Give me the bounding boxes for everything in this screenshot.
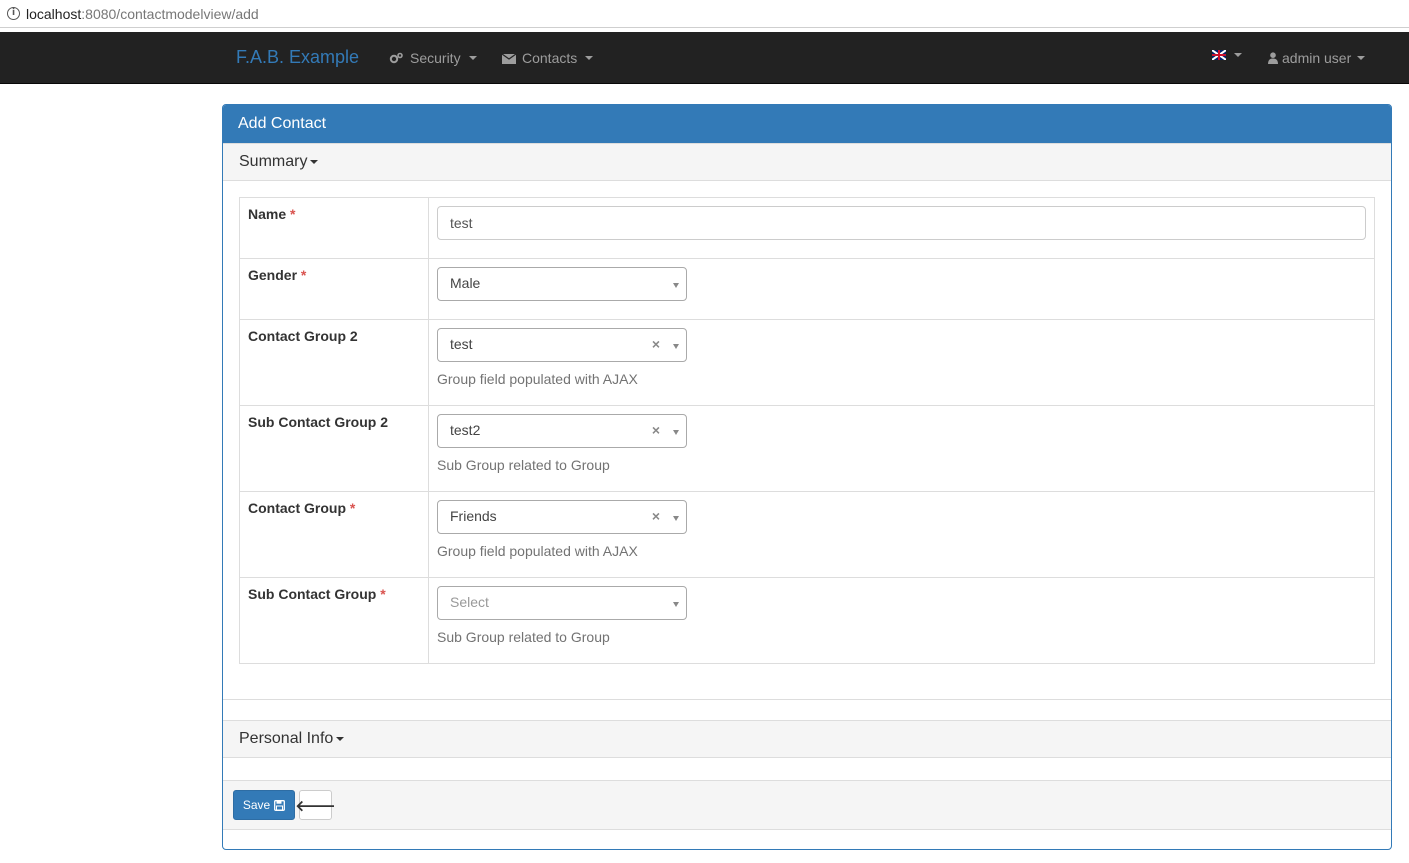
form-row-sub-contact-group: Sub Contact Group * Select Sub Group rel…	[239, 577, 1375, 664]
sub-contact-group-2-select[interactable]: test2 ×	[437, 414, 687, 448]
gender-label: Gender	[248, 267, 298, 283]
name-label: Name	[248, 206, 287, 222]
personal-info-section-title: Personal Info	[239, 730, 334, 747]
contact-group-2-value: test	[450, 336, 473, 352]
language-menu[interactable]	[1212, 50, 1242, 60]
form-row-contact-group-2: Contact Group 2 test × Group field popul…	[239, 319, 1375, 406]
gender-select-value: Male	[450, 275, 481, 291]
add-contact-panel: Add Contact Summary Name * Gender * Male	[222, 104, 1392, 850]
name-input[interactable]	[437, 206, 1366, 240]
dropdown-arrow-icon	[673, 283, 679, 288]
sub-contact-group-help: Sub Group related to Group	[437, 629, 610, 645]
security-menu-label: Security	[410, 50, 461, 66]
save-button-label: Save	[242, 798, 271, 812]
summary-section-toggle[interactable]: Summary	[223, 143, 1391, 181]
user-menu-label: admin user	[1282, 50, 1352, 66]
contacts-menu[interactable]: Contacts	[502, 50, 594, 66]
info-icon[interactable]: i	[7, 7, 20, 20]
gender-select[interactable]: Male	[437, 267, 687, 301]
form-row-name: Name *	[239, 197, 1375, 259]
caret-down-icon	[336, 737, 345, 741]
sub-contact-group-select[interactable]: Select	[437, 586, 687, 620]
security-menu[interactable]: Security	[389, 50, 477, 66]
personal-info-section-toggle[interactable]: Personal Info	[223, 720, 1391, 758]
contact-form-table: Name * Gender * Male Contact Group 2	[239, 197, 1375, 664]
dropdown-arrow-icon	[673, 516, 679, 521]
required-mark: *	[380, 586, 386, 602]
gears-icon	[389, 52, 403, 64]
clear-selection-icon[interactable]: ×	[652, 336, 660, 352]
floppy-disk-icon	[274, 799, 286, 811]
summary-section-title: Summary	[239, 153, 308, 170]
caret-down-icon	[585, 56, 594, 60]
top-navbar: F.A.B. Example Security Contacts admin u…	[0, 32, 1409, 84]
contact-group-2-help: Group field populated with AJAX	[437, 371, 638, 387]
envelope-icon	[502, 53, 516, 64]
contact-group-2-select[interactable]: test ×	[437, 328, 687, 362]
url-text[interactable]: localhost:8080/contactmodelview/add	[26, 6, 259, 22]
save-button[interactable]: Save	[233, 790, 295, 820]
arrow-left-icon: 🡐	[295, 797, 336, 815]
dropdown-arrow-icon	[673, 430, 679, 435]
browser-url-bar[interactable]: i localhost:8080/contactmodelview/add	[0, 0, 1409, 28]
sub-contact-group-2-help: Sub Group related to Group	[437, 457, 610, 473]
caret-down-icon	[1357, 56, 1366, 60]
summary-section-body: Name * Gender * Male Contact Group 2	[223, 182, 1391, 700]
sub-contact-group-label: Sub Contact Group	[248, 586, 377, 602]
uk-flag-icon	[1212, 50, 1226, 60]
contact-group-2-label: Contact Group 2	[248, 328, 358, 344]
contact-group-help: Group field populated with AJAX	[437, 543, 638, 559]
form-row-gender: Gender * Male	[239, 258, 1375, 320]
contact-group-label: Contact Group	[248, 500, 346, 516]
back-button[interactable]: 🡐	[295, 790, 336, 820]
form-actions-bar: Save 🡐	[223, 780, 1391, 830]
required-mark: *	[300, 267, 307, 283]
form-row-contact-group: Contact Group * Friends × Group field po…	[239, 491, 1375, 578]
user-menu[interactable]: admin user	[1268, 50, 1366, 66]
user-icon	[1268, 52, 1278, 64]
dropdown-arrow-icon	[673, 344, 679, 349]
caret-down-icon	[310, 160, 319, 164]
url-path: :8080/contactmodelview/add	[81, 5, 259, 22]
contact-group-select[interactable]: Friends ×	[437, 500, 687, 534]
clear-selection-icon[interactable]: ×	[652, 508, 660, 524]
panel-title: Add Contact	[223, 105, 1391, 143]
dropdown-arrow-icon	[673, 602, 679, 607]
clear-selection-icon[interactable]: ×	[652, 422, 660, 438]
contacts-menu-label: Contacts	[522, 50, 578, 66]
caret-down-icon	[468, 56, 477, 60]
sub-contact-group-placeholder: Select	[450, 594, 489, 610]
required-mark: *	[349, 500, 356, 516]
brand-link[interactable]: F.A.B. Example	[236, 47, 359, 68]
sub-contact-group-2-label: Sub Contact Group 2	[248, 414, 388, 430]
contact-group-value: Friends	[450, 508, 497, 524]
sub-contact-group-2-value: test2	[450, 422, 481, 438]
caret-down-icon	[1234, 53, 1242, 57]
required-mark: *	[290, 206, 296, 222]
url-host: localhost	[26, 5, 82, 22]
form-row-sub-contact-group-2: Sub Contact Group 2 test2 × Sub Group re…	[239, 405, 1375, 492]
